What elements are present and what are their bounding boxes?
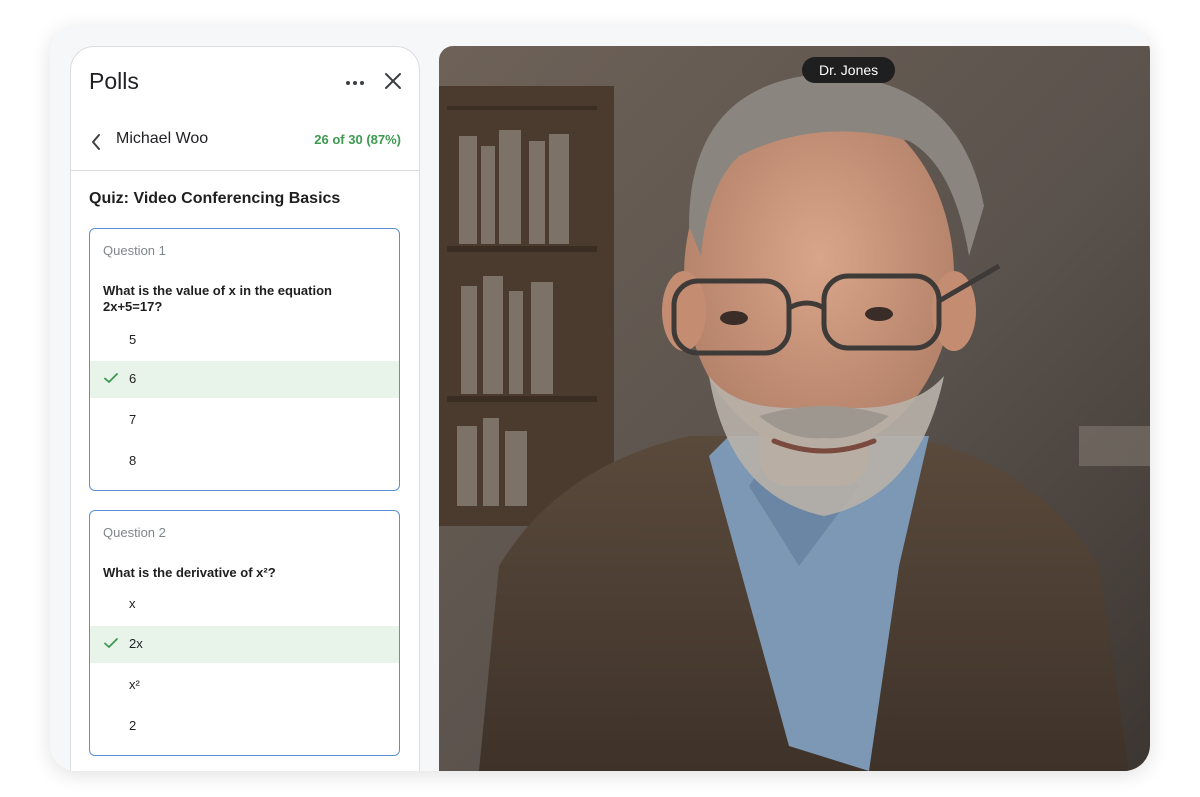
- option-label: 8: [129, 453, 137, 468]
- option-label: x²: [129, 677, 140, 692]
- polls-panel: Polls Michael Woo 26 of 30 (87%) Quiz: V…: [70, 46, 420, 771]
- back-button[interactable]: [87, 130, 107, 154]
- question-card-2: Question 2 What is the derivative of x²?…: [89, 510, 400, 756]
- question-card-1: Question 1 What is the value of x in the…: [89, 228, 400, 491]
- question-text: What is the value of x in the equation 2…: [103, 283, 332, 314]
- checkmark-icon: [104, 373, 118, 383]
- question-text: What is the derivative of x²?: [103, 565, 276, 580]
- close-button[interactable]: [379, 67, 407, 95]
- answer-option-selected[interactable]: 6: [90, 361, 399, 398]
- speaker-name-tag: Dr. Jones: [802, 57, 896, 83]
- participant-name: Michael Woo: [116, 130, 209, 147]
- option-label: 7: [129, 412, 137, 427]
- question-label: Question 1: [103, 243, 166, 258]
- answer-option-selected[interactable]: 2x: [90, 626, 399, 663]
- option-label: 5: [129, 332, 137, 347]
- option-label: 2x: [129, 636, 143, 651]
- checkmark-icon: [104, 638, 118, 648]
- video-tile[interactable]: Dr. Jones: [439, 46, 1150, 771]
- option-label: 2: [129, 718, 137, 733]
- answer-option[interactable]: 2: [90, 708, 399, 745]
- close-icon: [385, 73, 401, 89]
- answer-option[interactable]: 5: [90, 322, 399, 359]
- answer-option[interactable]: x: [90, 586, 399, 623]
- quiz-title: Quiz: Video Conferencing Basics: [89, 190, 341, 207]
- more-options-button[interactable]: [341, 69, 369, 97]
- answer-option[interactable]: 8: [90, 443, 399, 480]
- option-label: x: [129, 596, 136, 611]
- panel-header: Polls: [71, 47, 419, 117]
- answer-option[interactable]: x²: [90, 667, 399, 704]
- question-label: Question 2: [103, 525, 166, 540]
- participant-header: Michael Woo 26 of 30 (87%): [71, 117, 419, 171]
- option-label: 6: [129, 371, 137, 386]
- chevron-left-icon: [92, 134, 100, 150]
- app-window: Polls Michael Woo 26 of 30 (87%) Quiz: V…: [50, 26, 1150, 771]
- answer-option[interactable]: 7: [90, 402, 399, 439]
- score-badge: 26 of 30 (87%): [314, 132, 401, 147]
- panel-title: Polls: [89, 68, 139, 94]
- more-horizontal-icon: [346, 81, 364, 85]
- speaker-video-feed: [439, 46, 1150, 771]
